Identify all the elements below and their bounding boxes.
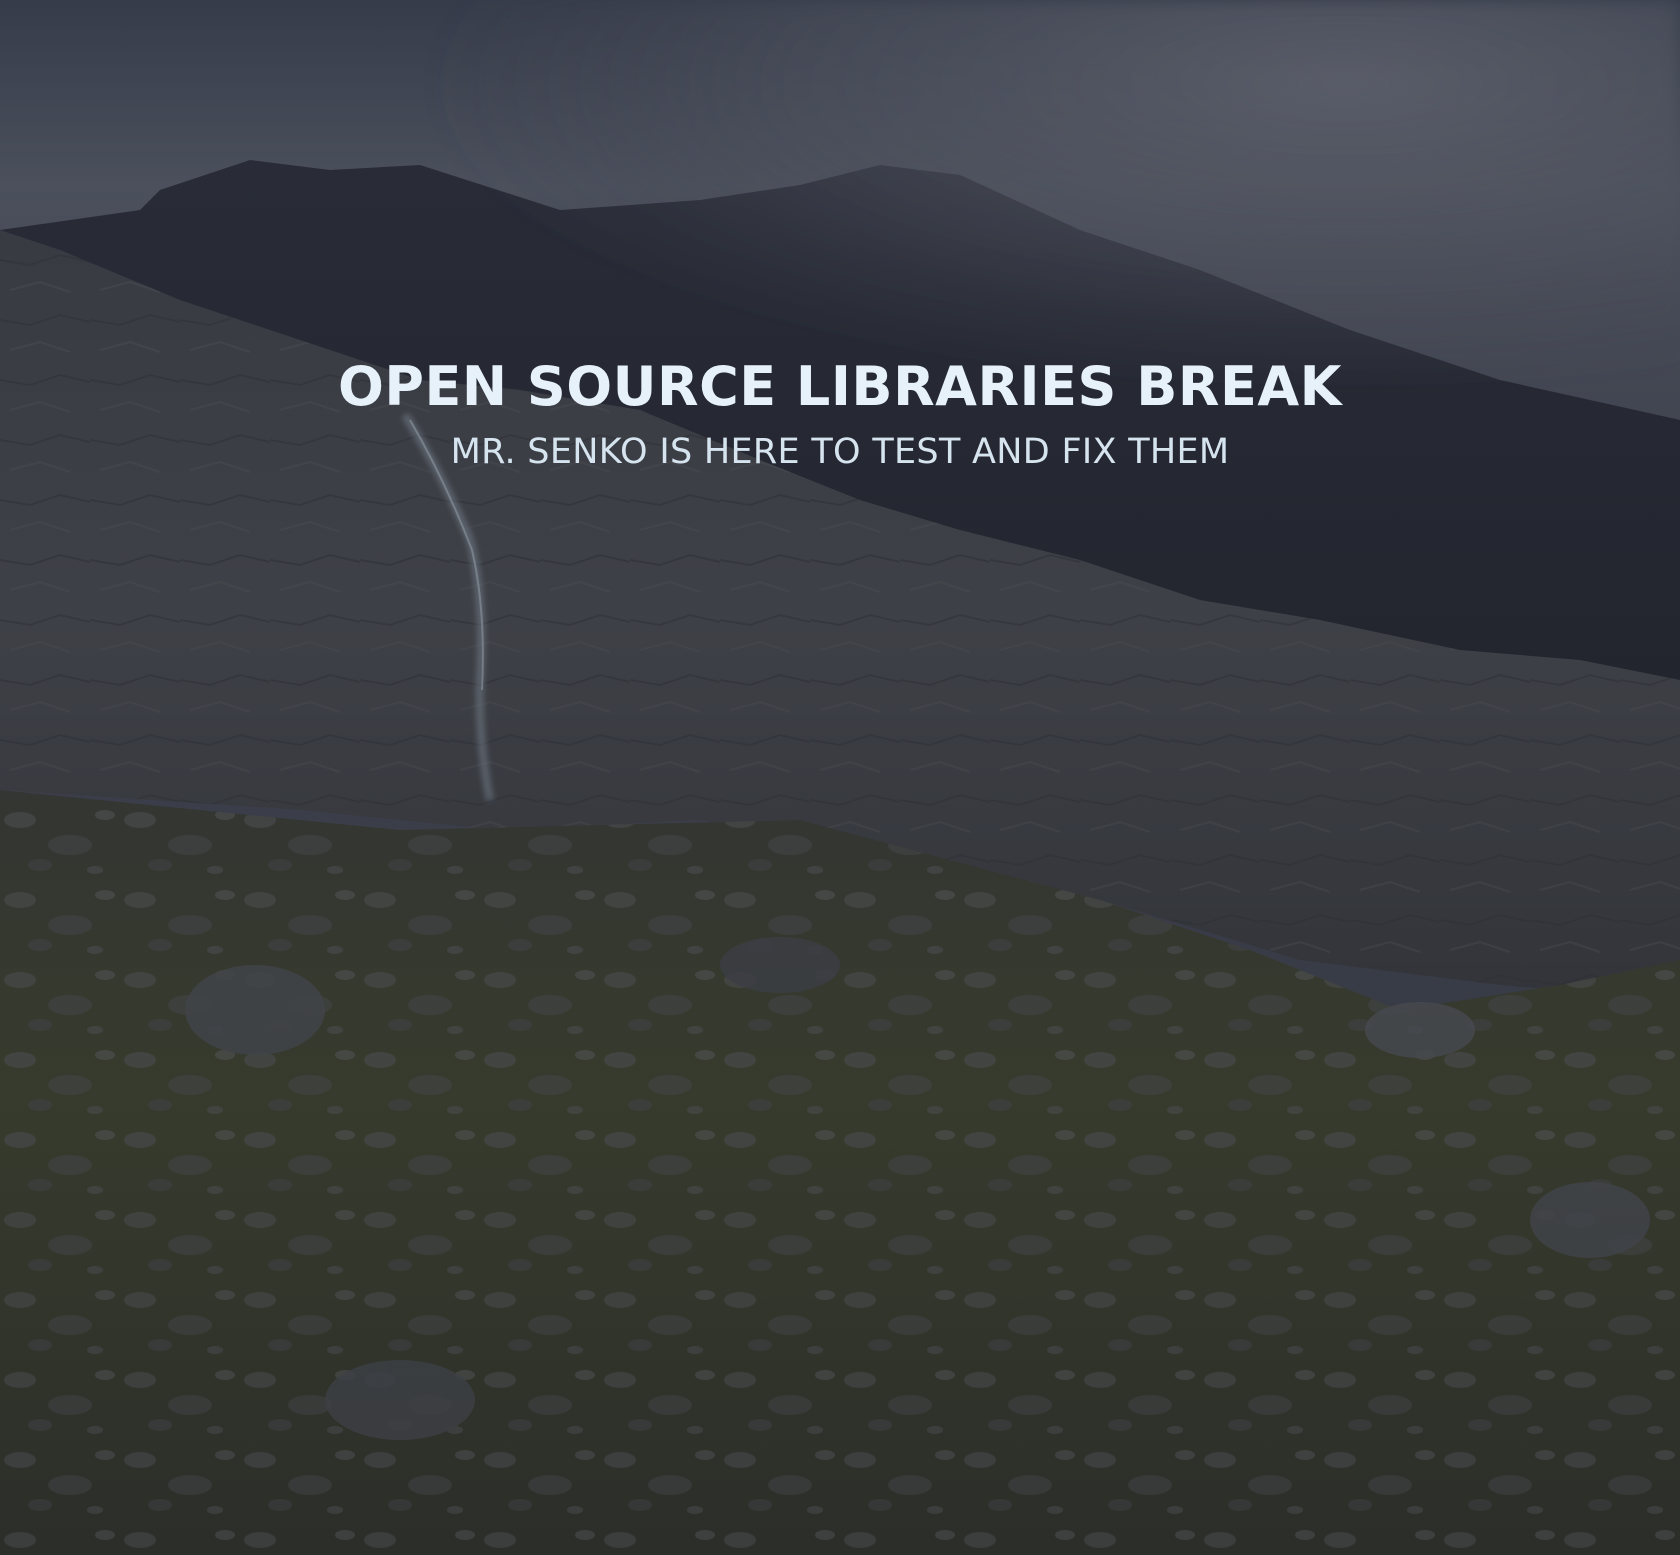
hero-title: OPEN SOURCE LIBRARIES BREAK	[338, 355, 1342, 418]
hero-text-block: OPEN SOURCE LIBRARIES BREAK MR. SENKO IS…	[0, 352, 1680, 474]
hero-section: OPEN SOURCE LIBRARIES BREAK MR. SENKO IS…	[0, 0, 1680, 1555]
hero-background-image	[0, 0, 1680, 1555]
hero-subtitle: MR. SENKO IS HERE TO TEST AND FIX THEM	[450, 432, 1230, 472]
